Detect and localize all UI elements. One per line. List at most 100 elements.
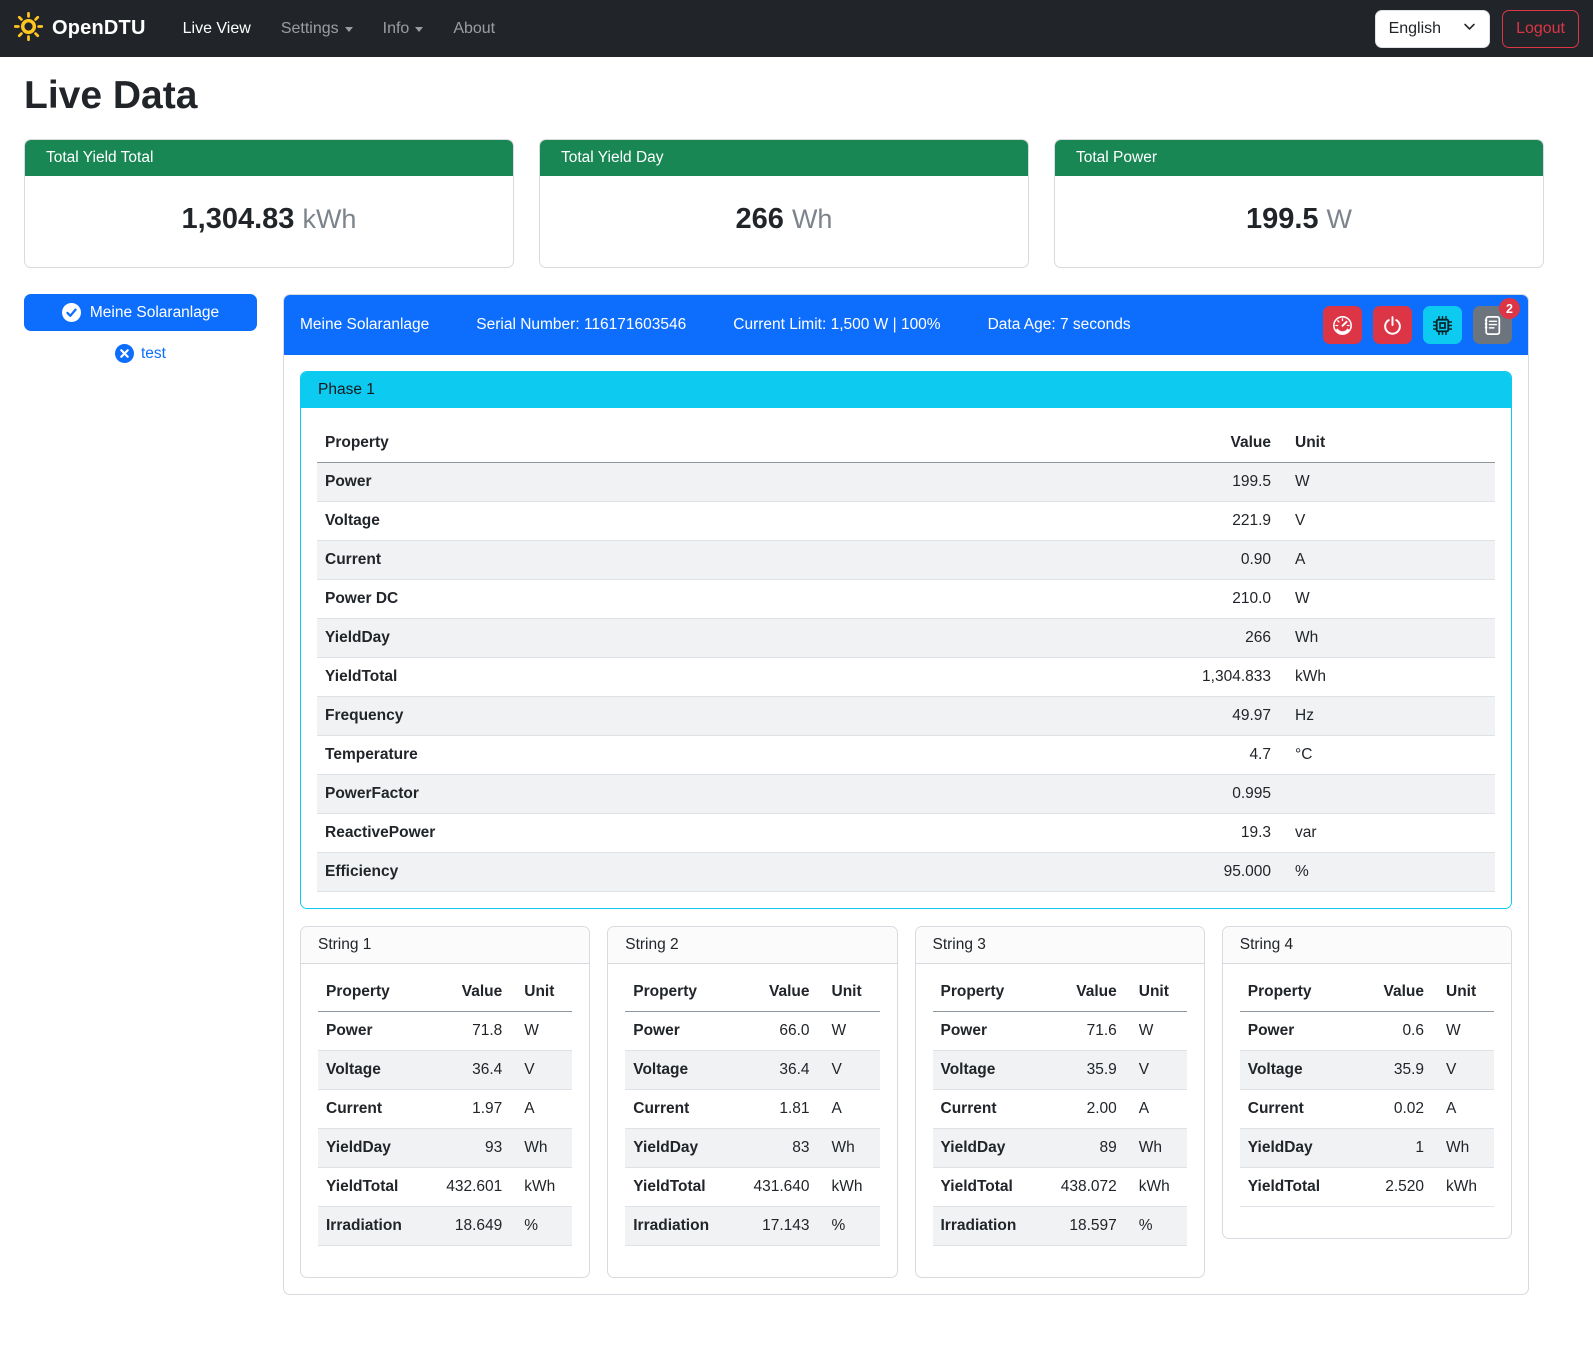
column-header-value: Value xyxy=(1340,973,1432,1012)
unit-cell: Wh xyxy=(1125,1129,1187,1168)
unit-cell: W xyxy=(1279,463,1495,502)
inverter-link-test[interactable]: test xyxy=(24,344,257,363)
table-row: Current 2.00 A xyxy=(933,1090,1187,1129)
value-cell: 4.7 xyxy=(1149,736,1279,775)
unit-cell: V xyxy=(510,1051,572,1090)
unit-cell: °C xyxy=(1279,736,1495,775)
table-row: Irradiation 18.649 % xyxy=(318,1207,572,1246)
metric-unit: W xyxy=(1327,204,1352,234)
nav-about[interactable]: About xyxy=(438,12,510,46)
property-cell: Temperature xyxy=(317,736,1149,775)
card-value: 1,304.83kWh xyxy=(25,176,513,267)
device-info-button[interactable] xyxy=(1423,306,1462,344)
string-2-table: Property Value Unit Power 66.0 xyxy=(625,973,879,1246)
unit-cell: kWh xyxy=(1125,1168,1187,1207)
property-cell: YieldDay xyxy=(1240,1129,1340,1168)
value-cell: 0.995 xyxy=(1149,775,1279,814)
nav-live-view[interactable]: Live View xyxy=(168,12,266,46)
language-select[interactable]: English xyxy=(1375,10,1490,48)
unit-cell: W xyxy=(1432,1012,1494,1051)
string-2-card: String 2 Property Value Unit xyxy=(607,926,897,1278)
unit-cell xyxy=(1279,775,1495,814)
inverter-actions: 2 xyxy=(1323,306,1512,344)
value-cell: 36.4 xyxy=(418,1051,510,1090)
navbar-right: English Logout xyxy=(1375,10,1579,48)
value-cell: 0.02 xyxy=(1340,1090,1432,1129)
unit-cell: kWh xyxy=(510,1168,572,1207)
table-row: PowerFactor 0.995 xyxy=(317,775,1495,814)
string-card-title: String 1 xyxy=(301,927,589,964)
property-cell: Voltage xyxy=(1240,1051,1340,1090)
string-card-body: Property Value Unit Power 66.0 xyxy=(608,964,896,1277)
value-cell: 71.6 xyxy=(1033,1012,1125,1051)
column-header-unit: Unit xyxy=(1125,973,1187,1012)
metric-value: 1,304.83 xyxy=(182,203,295,235)
unit-cell: A xyxy=(1432,1090,1494,1129)
chevron-down-icon xyxy=(345,27,353,32)
cpu-icon xyxy=(1432,315,1453,336)
property-cell: YieldTotal xyxy=(1240,1168,1340,1207)
value-cell: 2.520 xyxy=(1340,1168,1432,1207)
logout-button[interactable]: Logout xyxy=(1502,10,1579,48)
value-cell: 66.0 xyxy=(726,1012,818,1051)
inverter-body: Phase 1 Property Value Unit xyxy=(284,355,1528,1294)
property-cell: Current xyxy=(317,541,1149,580)
property-cell: Voltage xyxy=(318,1051,418,1090)
property-cell: Power DC xyxy=(317,580,1149,619)
string-card-body: Property Value Unit Power 71.6 xyxy=(916,964,1204,1277)
table-row: Power DC 210.0 W xyxy=(317,580,1495,619)
string-4-table: Property Value Unit Power 0.6 xyxy=(1240,973,1494,1207)
unit-cell: V xyxy=(1125,1051,1187,1090)
nav-info[interactable]: Info xyxy=(368,12,439,46)
value-cell: 1.97 xyxy=(418,1090,510,1129)
sun-icon xyxy=(14,12,43,46)
unit-cell: A xyxy=(818,1090,880,1129)
column-header-value: Value xyxy=(726,973,818,1012)
string-card-title: String 2 xyxy=(608,927,896,964)
column-header-property: Property xyxy=(1240,973,1340,1012)
value-cell: 199.5 xyxy=(1149,463,1279,502)
inverter-button-label: Meine Solaranlage xyxy=(90,304,219,322)
value-cell: 221.9 xyxy=(1149,502,1279,541)
property-cell: YieldDay xyxy=(933,1129,1033,1168)
brand-name: OpenDTU xyxy=(52,17,146,40)
value-cell: 2.00 xyxy=(1033,1090,1125,1129)
value-cell: 83 xyxy=(726,1129,818,1168)
value-cell: 35.9 xyxy=(1340,1051,1432,1090)
unit-cell: W xyxy=(510,1012,572,1051)
value-cell: 432.601 xyxy=(418,1168,510,1207)
nav-settings[interactable]: Settings xyxy=(266,12,368,46)
string-1-card: String 1 Property Value Unit xyxy=(300,926,590,1278)
table-row: Irradiation 17.143 % xyxy=(625,1207,879,1246)
inverter-button-active[interactable]: Meine Solaranlage xyxy=(24,294,257,331)
chevron-down-icon xyxy=(415,27,423,32)
value-cell: 1.81 xyxy=(726,1090,818,1129)
unit-cell: kWh xyxy=(818,1168,880,1207)
value-cell: 35.9 xyxy=(1033,1051,1125,1090)
power-button[interactable] xyxy=(1373,306,1412,344)
value-cell: 1 xyxy=(1340,1129,1432,1168)
property-cell: Current xyxy=(625,1090,725,1129)
property-cell: YieldTotal xyxy=(625,1168,725,1207)
property-cell: Power xyxy=(317,463,1149,502)
limit-settings-button[interactable] xyxy=(1323,306,1362,344)
unit-cell: kWh xyxy=(1432,1168,1494,1207)
table-row: YieldDay 93 Wh xyxy=(318,1129,572,1168)
unit-cell: A xyxy=(510,1090,572,1129)
string-3-card: String 3 Property Value Unit xyxy=(915,926,1205,1278)
table-row: Voltage 36.4 V xyxy=(625,1051,879,1090)
event-log-button[interactable]: 2 xyxy=(1473,306,1512,344)
value-cell: 266 xyxy=(1149,619,1279,658)
table-row: Current 1.97 A xyxy=(318,1090,572,1129)
page-title: Live Data xyxy=(24,74,1569,118)
brand[interactable]: OpenDTU xyxy=(14,12,146,46)
table-row: Power 199.5 W xyxy=(317,463,1495,502)
unit-cell: V xyxy=(1432,1051,1494,1090)
phase-body: Property Value Unit Power 199.5 W xyxy=(301,408,1511,908)
column-header-property: Property xyxy=(317,424,1149,463)
unit-cell: Hz xyxy=(1279,697,1495,736)
language-selected-value: English xyxy=(1389,20,1441,38)
property-cell: Power xyxy=(933,1012,1033,1051)
check-circle-icon xyxy=(62,303,81,322)
table-row: Current 1.81 A xyxy=(625,1090,879,1129)
